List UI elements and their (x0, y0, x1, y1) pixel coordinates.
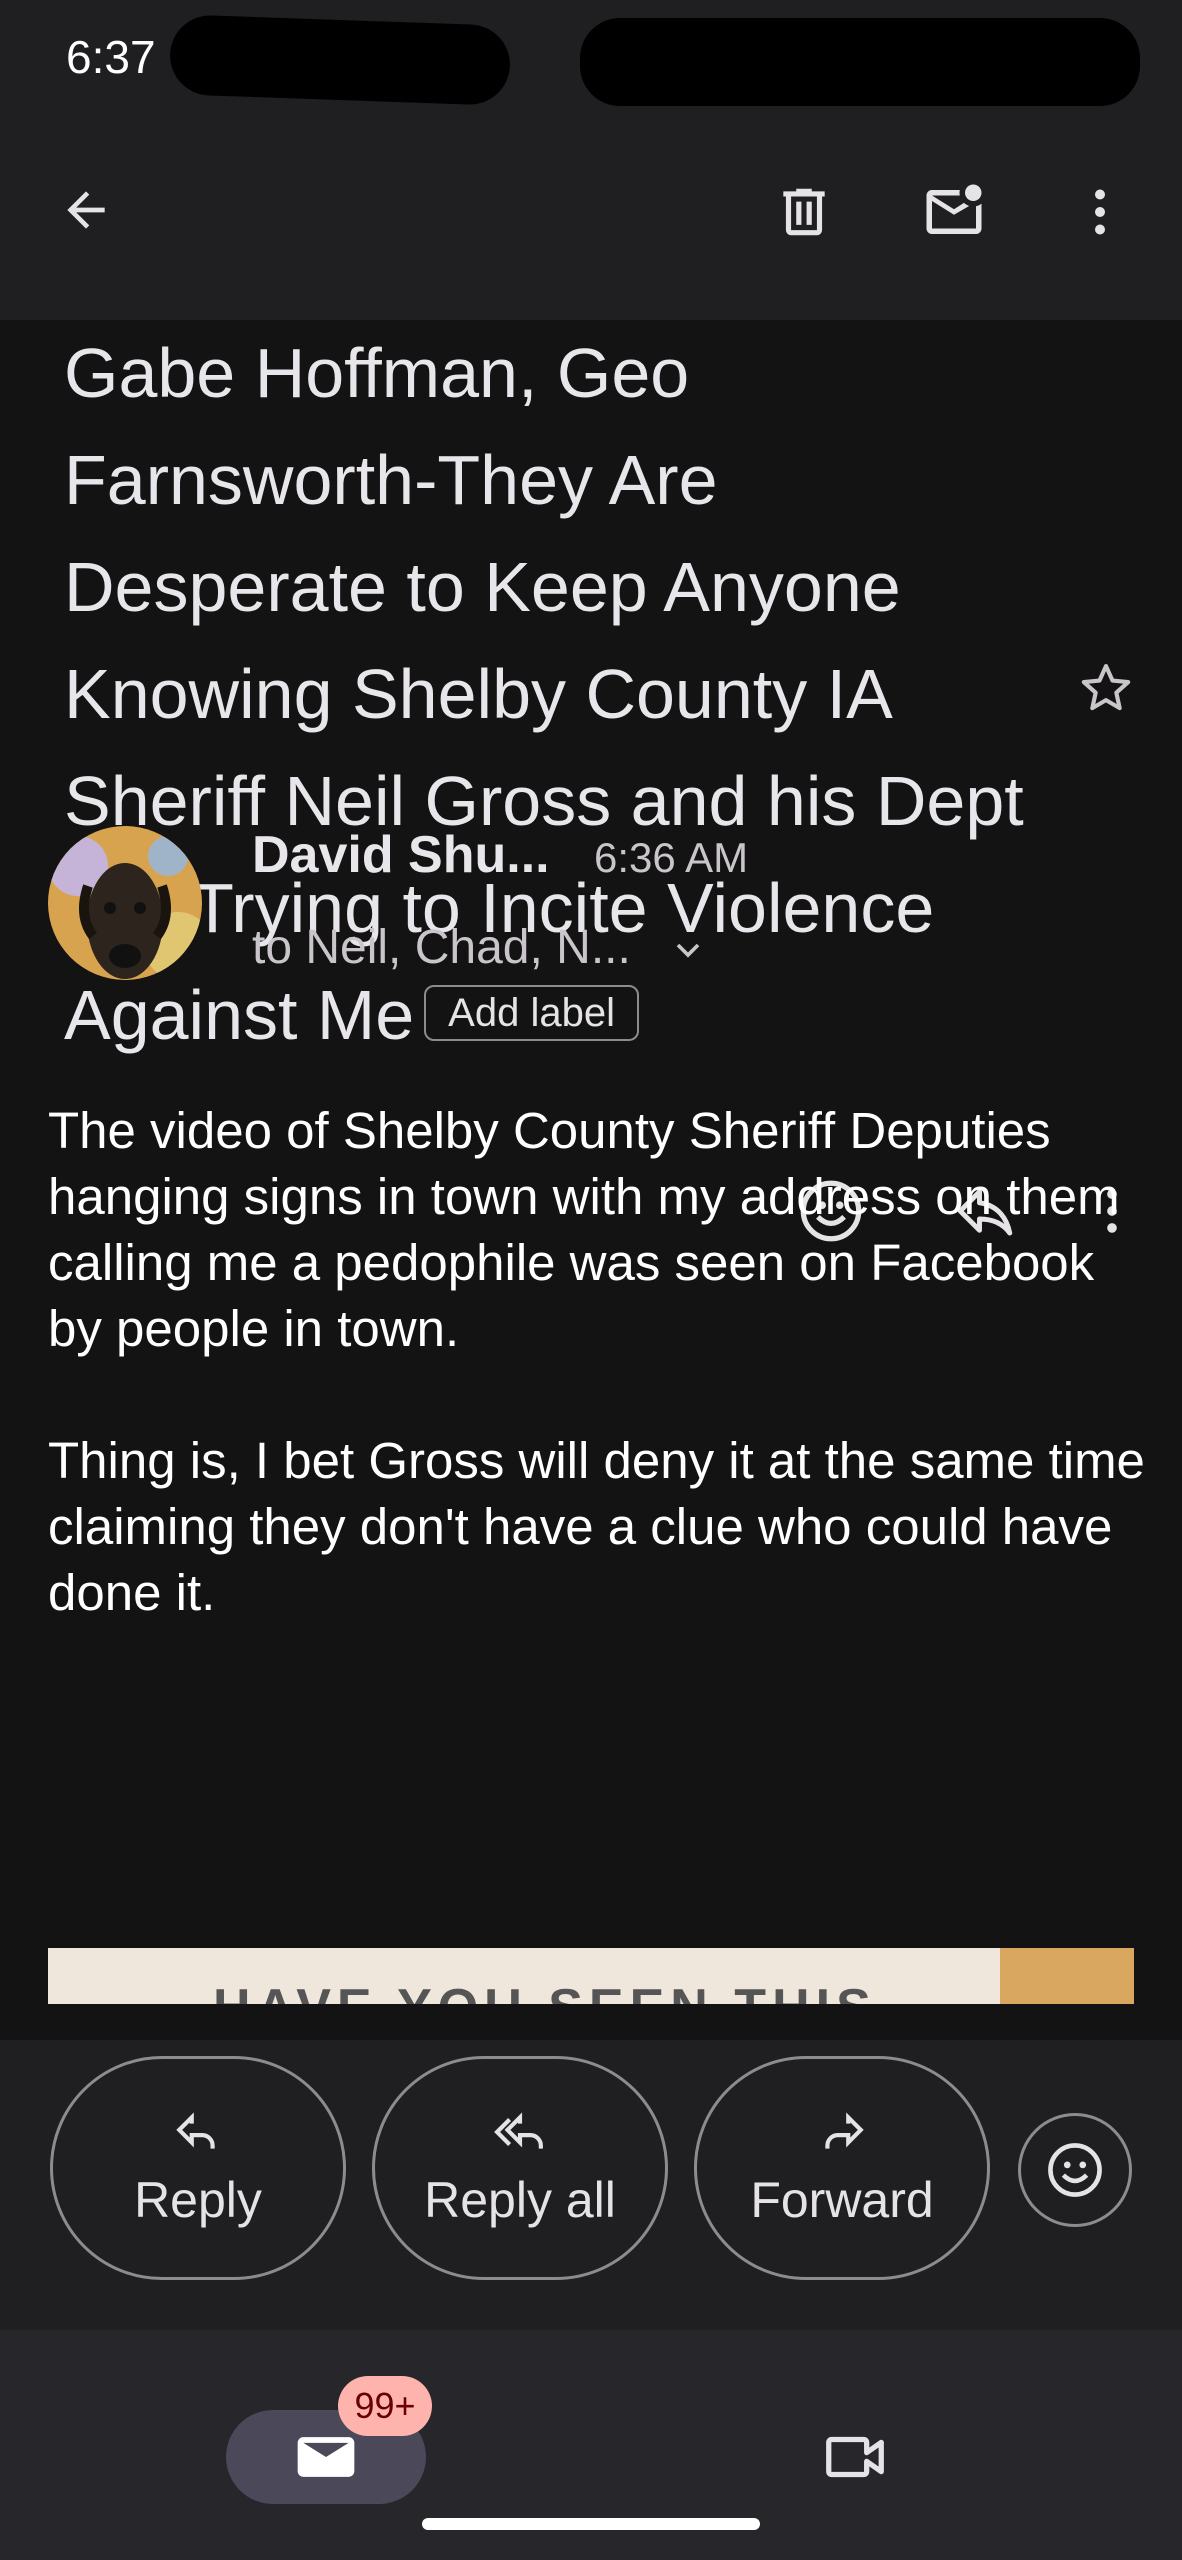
redaction-mark (168, 14, 512, 106)
sender-name[interactable]: David Shu... (252, 825, 550, 885)
add-label-button[interactable]: Add label (424, 984, 639, 1041)
chevron-down-icon (676, 944, 700, 958)
body-paragraph: Thing is, I bet Gross will deny it at th… (48, 1432, 1145, 1621)
mark-unread-button[interactable] (912, 170, 996, 254)
sent-time: 6:36 AM (594, 834, 749, 881)
status-clock: 6:37 (66, 31, 156, 83)
dog-avatar-image (48, 826, 202, 980)
forward-button[interactable]: Forward (694, 2056, 990, 2280)
mail-unread-icon (926, 184, 982, 234)
unread-count-badge: 99+ (338, 2376, 432, 2436)
star-button[interactable] (1066, 648, 1146, 728)
inline-image[interactable]: HAVE YOU SEEN THIS (48, 1948, 1134, 2004)
delete-button[interactable] (762, 170, 846, 254)
forward-label: Forward (750, 2172, 934, 2228)
redaction-mark (580, 18, 1140, 106)
home-indicator[interactable] (422, 2518, 760, 2530)
action-bar: Reply Reply all Forward (0, 2040, 1182, 2330)
back-button[interactable] (46, 170, 126, 250)
more-vert-icon (1095, 189, 1105, 235)
reply-all-label: Reply all (424, 2172, 616, 2228)
body-paragraph: The video of Shelby County Sheriff Deput… (48, 1102, 1120, 1357)
nav-tab-meet[interactable] (800, 2410, 910, 2504)
add-reaction-button[interactable] (1018, 2113, 1132, 2227)
recipients-text: to Neil, Chad, N... (252, 921, 631, 974)
arrow-left-icon (67, 191, 105, 229)
more-options-button[interactable] (1060, 170, 1140, 254)
star-outline-icon (1081, 663, 1131, 711)
mail-icon (297, 2437, 355, 2477)
video-camera-icon (826, 2436, 884, 2478)
emoji-icon (1048, 2143, 1102, 2197)
top-app-bar (0, 120, 1182, 320)
reply-label: Reply (134, 2172, 262, 2228)
reply-icon (176, 2112, 215, 2149)
inline-image-text: HAVE YOU SEEN THIS (213, 1978, 877, 2004)
reply-button[interactable]: Reply (50, 2056, 346, 2280)
trash-icon (783, 188, 825, 236)
forward-icon (825, 2112, 864, 2149)
recipients-toggle[interactable]: to Neil, Chad, N... (252, 920, 708, 975)
reply-all-button[interactable]: Reply all (372, 2056, 668, 2280)
image-edge-decoration (1000, 1948, 1134, 2004)
status-bar: 6:37 (0, 0, 1182, 120)
reply-all-icon (494, 2112, 543, 2149)
sender-avatar[interactable] (48, 826, 202, 980)
email-body: The video of Shelby County Sheriff Deput… (48, 1098, 1148, 1692)
